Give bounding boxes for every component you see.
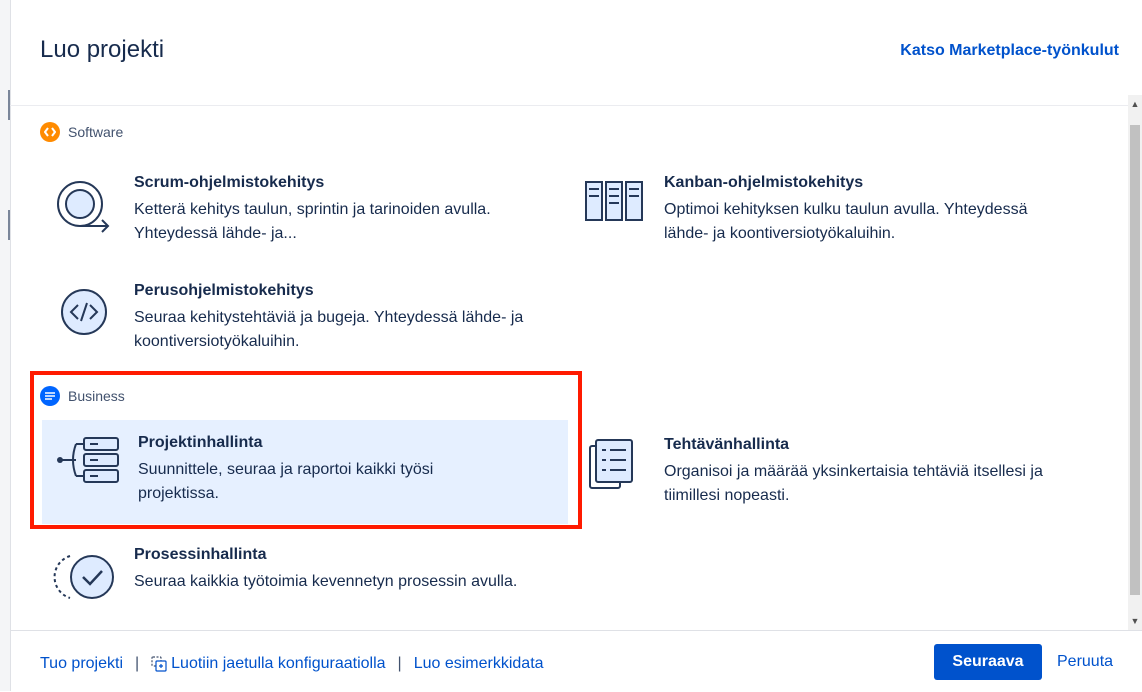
template-description: Organisoi ja määrää yksinkertaisia tehtä… [664, 463, 1043, 504]
next-button[interactable]: Seuraava [934, 644, 1042, 680]
template-description: Ketterä kehitys taulun, sprintin ja tari… [134, 201, 491, 242]
section-header-software: Software [40, 122, 123, 142]
kanban-board-icon [580, 174, 648, 242]
checklist-icon [580, 436, 648, 504]
dialog-title: Luo projekti [40, 36, 165, 63]
template-basic-software[interactable]: Perusohjelmistokehitys Seuraa kehitysteh… [50, 282, 530, 362]
footer-links: Tuo projekti | Luotiin jaetulla konfigur… [40, 655, 544, 673]
shared-config-label: Luotiin jaetulla konfiguraatiolla [171, 655, 386, 672]
cancel-button[interactable]: Peruuta [1057, 644, 1113, 680]
marketplace-workflows-link[interactable]: Katso Marketplace-työnkulut [900, 42, 1119, 60]
dialog-header: Luo projekti Katso Marketplace-työnkulut [10, 0, 1142, 105]
dialog-footer: Tuo projekti | Luotiin jaetulla konfigur… [10, 630, 1142, 692]
code-icon [40, 122, 60, 142]
template-task-management[interactable]: Tehtävänhallinta Organisoi ja määrää yks… [580, 436, 1060, 516]
create-project-dialog: Luo projekti Katso Marketplace-työnkulut… [0, 0, 1142, 691]
template-description: Seuraa kaikkia työtoimia kevennetyn pros… [134, 573, 518, 590]
sample-data-link[interactable]: Luo esimerkkidata [414, 655, 544, 673]
template-name: Prosessinhallinta [134, 546, 267, 563]
template-name: Scrum-ohjelmistokehitys [134, 174, 325, 191]
code-circle-icon [50, 282, 118, 350]
scrum-cycle-icon [50, 174, 118, 242]
shared-config-link[interactable]: Luotiin jaetulla konfiguraatiolla [151, 655, 386, 673]
shared-config-icon [151, 656, 167, 672]
highlight-annotation-box [30, 371, 582, 529]
template-kanban[interactable]: Kanban-ohjelmistokehitys Optimoi kehityk… [580, 174, 1060, 254]
template-process-management[interactable]: Prosessinhallinta Seuraa kaikkia työtoim… [50, 546, 530, 626]
template-scrum[interactable]: Scrum-ohjelmistokehitys Ketterä kehitys … [50, 174, 530, 254]
scroll-down-arrow-icon[interactable]: ▼ [1128, 614, 1142, 628]
process-check-icon [50, 546, 118, 614]
link-separator: | [397, 655, 402, 672]
template-name: Kanban-ohjelmistokehitys [664, 174, 864, 191]
template-description: Seuraa kehitystehtäviä ja bugeja. Yhteyd… [134, 309, 524, 350]
scroll-up-arrow-icon[interactable]: ▲ [1128, 97, 1142, 111]
template-list[interactable]: Software Scrum-ohjelmistokehitys Ketterä… [10, 105, 1128, 631]
template-name: Tehtävänhallinta [664, 436, 790, 453]
template-description: Optimoi kehityksen kulku taulun avulla. … [664, 201, 1028, 242]
scrollbar-thumb[interactable] [1130, 125, 1140, 595]
link-separator: | [135, 655, 140, 672]
section-label: Software [68, 124, 124, 140]
template-name: Perusohjelmistokehitys [134, 282, 314, 299]
import-project-link[interactable]: Tuo projekti [40, 655, 123, 673]
vertical-scrollbar[interactable]: ▲ ▼ [1128, 95, 1142, 630]
